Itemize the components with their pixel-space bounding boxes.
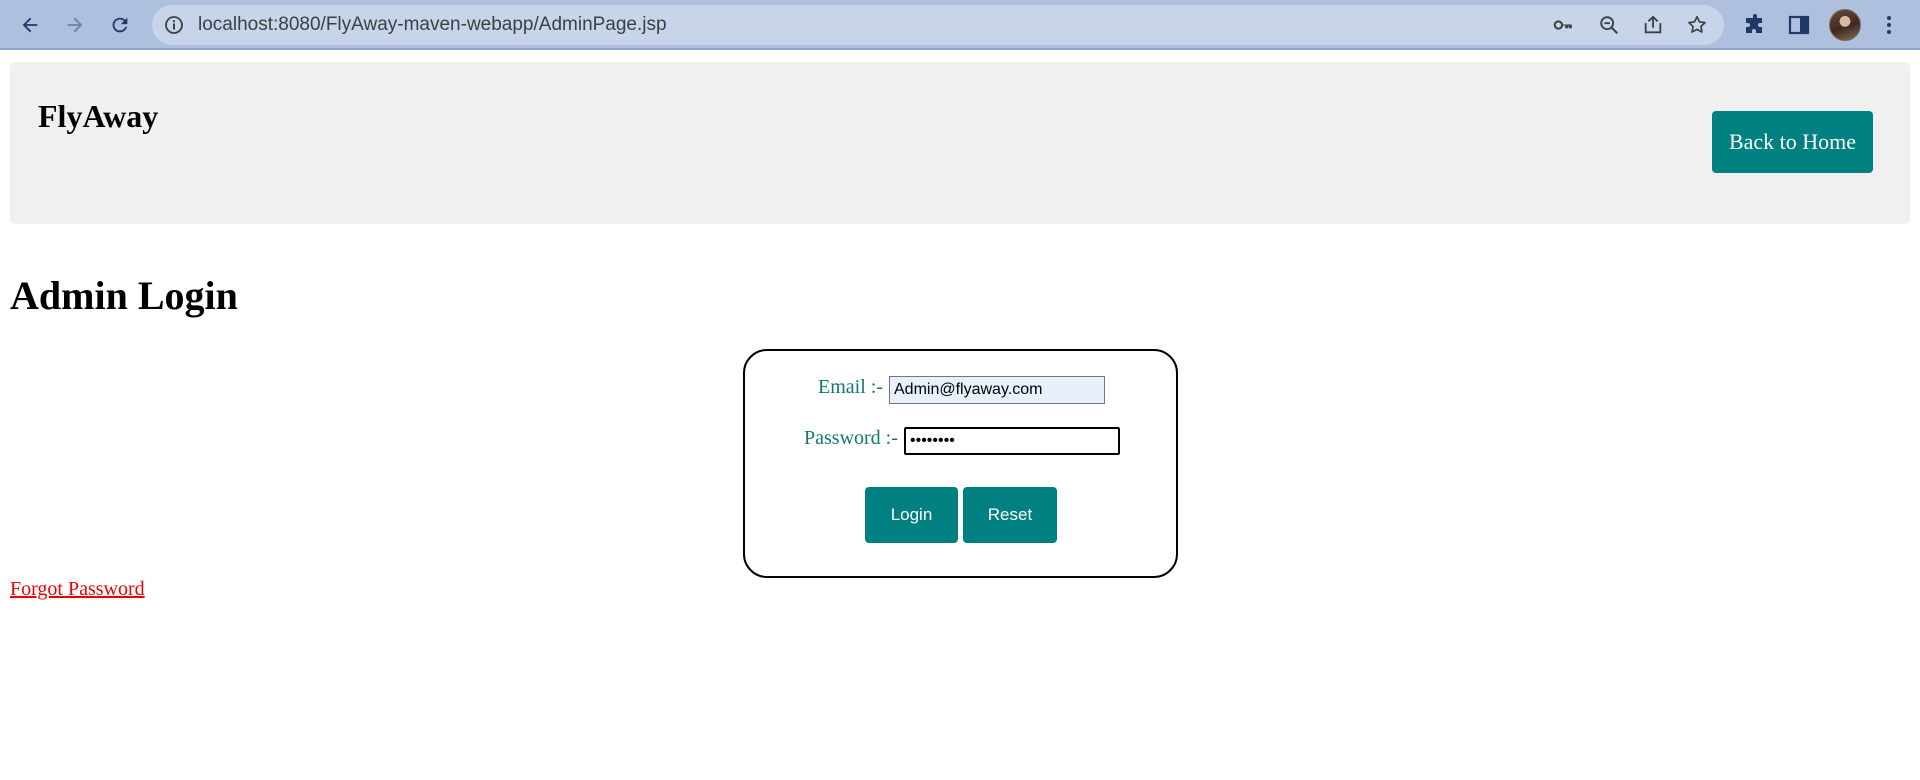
zoom-out-icon[interactable] [1598,14,1620,36]
back-icon[interactable] [13,8,47,42]
share-icon[interactable] [1642,14,1664,36]
reload-icon[interactable] [103,8,137,42]
site-header: FlyAway Back to Home [10,62,1910,224]
password-field[interactable] [904,427,1120,455]
key-icon[interactable] [1552,14,1574,36]
side-panel-icon[interactable] [1787,13,1811,37]
more-menu-icon[interactable] [1877,13,1901,37]
email-field[interactable] [889,376,1105,404]
login-button[interactable]: Login [865,487,958,543]
site-info-icon[interactable] [164,15,184,35]
forward-icon[interactable] [58,8,92,42]
email-label: Email :- [818,376,883,398]
reset-button[interactable]: Reset [963,487,1057,543]
password-label: Password :- [804,427,898,449]
address-bar[interactable]: localhost:8080/FlyAway-maven-webapp/Admi… [152,5,1724,45]
forgot-password-link[interactable]: Forgot Password [10,578,145,601]
bookmark-star-icon[interactable] [1686,14,1708,36]
browser-toolbar: localhost:8080/FlyAway-maven-webapp/Admi… [0,0,1920,50]
url-text[interactable]: localhost:8080/FlyAway-maven-webapp/Admi… [198,5,667,45]
page-title: Admin Login [10,273,238,318]
login-form: Email :- Password :- Login Reset [743,349,1178,578]
site-brand: FlyAway [38,98,159,134]
extensions-icon[interactable] [1743,13,1767,37]
back-to-home-button[interactable]: Back to Home [1712,111,1873,173]
profile-avatar[interactable] [1829,9,1861,41]
